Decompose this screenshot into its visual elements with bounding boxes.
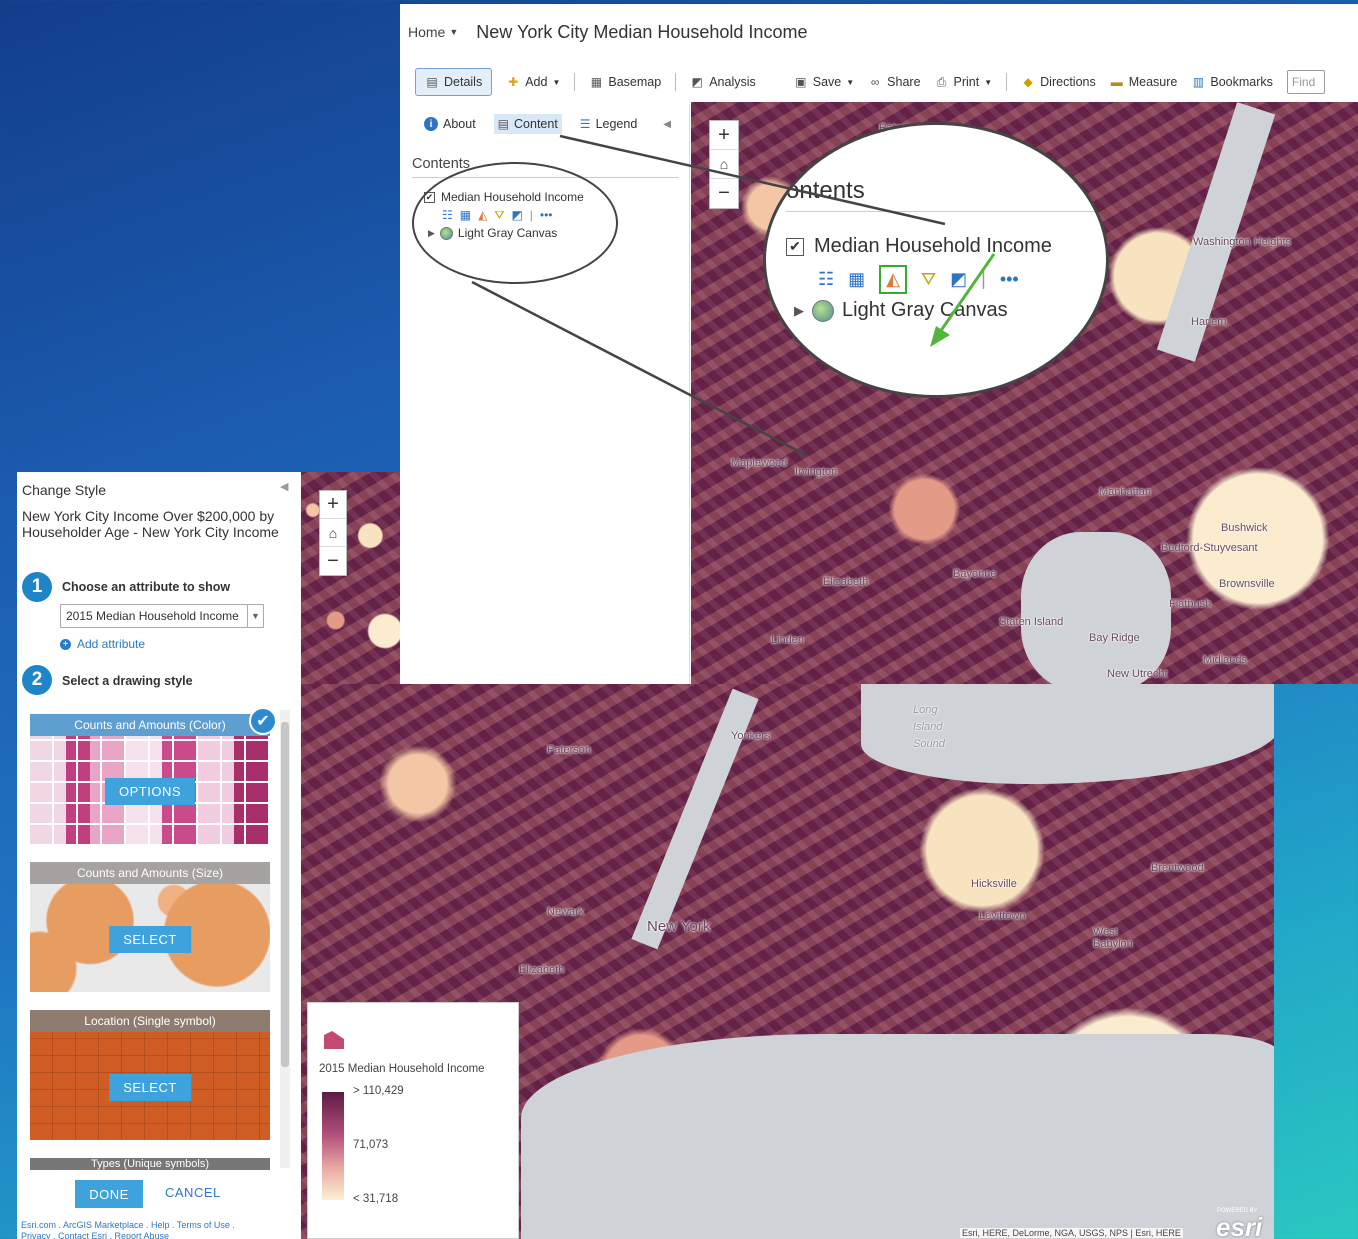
map-label: New York <box>647 918 711 935</box>
map-legend: 2015 Median Household Income > 110,429 7… <box>307 1002 519 1239</box>
map-label: Elizabeth <box>519 964 565 976</box>
map-label: West Babylon <box>1093 926 1133 950</box>
choropleth-map <box>301 472 400 684</box>
legend-swatch-shape <box>324 1031 344 1049</box>
green-arrow-shaft <box>938 253 996 333</box>
step-2-label: Select a drawing style <box>62 674 193 688</box>
footer-line-1[interactable]: Esri.com . ArcGIS Marketplace . Help . T… <box>21 1220 291 1231</box>
footer-links: Esri.com . ArcGIS Marketplace . Help . T… <box>21 1220 291 1239</box>
collapse-icon[interactable]: ◀ <box>280 480 288 493</box>
esri-logo[interactable]: esri <box>1216 1214 1262 1239</box>
map-label: Levittown <box>979 910 1026 922</box>
map-attribution[interactable]: Esri, HERE, DeLorme, NGA, USGS, NPS | Es… <box>960 1228 1183 1238</box>
step-2-badge: 2 <box>22 665 52 695</box>
connector-lines <box>471 134 996 458</box>
cancel-button[interactable]: CANCEL <box>165 1185 221 1200</box>
select-button[interactable]: SELECT <box>109 926 191 953</box>
selected-check-icon: ✔ <box>249 707 277 735</box>
legend-high-value: > 110,429 <box>353 1085 404 1097</box>
legend-mid-value: 71,073 <box>353 1139 389 1151</box>
legend-color-ramp <box>322 1092 344 1200</box>
map-viewer-window: Home ▼ New York City Median Household In… <box>400 4 1358 684</box>
done-button[interactable]: DONE <box>75 1180 143 1208</box>
legend-title: 2015 Median Household Income <box>319 1063 485 1075</box>
add-attribute-link[interactable]: + Add attribute <box>60 637 145 651</box>
style-card-counts-color[interactable]: Counts and Amounts (Color) OPTIONS <box>30 714 270 844</box>
step-1-badge: 1 <box>22 572 52 602</box>
map-label: Yonkers <box>731 730 771 742</box>
zoom-in-button[interactable]: + <box>320 491 346 519</box>
attribute-select[interactable]: 2015 Median Household Income ▼ <box>60 604 264 628</box>
options-button[interactable]: OPTIONS <box>104 778 196 805</box>
atlantic-ocean-water <box>521 1034 1274 1239</box>
map-label: Paterson <box>547 744 592 756</box>
card-title: Types (Unique symbols) <box>30 1158 270 1170</box>
add-attribute-label: Add attribute <box>77 637 146 651</box>
map-label: Brentwood <box>1151 862 1204 874</box>
plus-circle-icon: + <box>60 638 71 650</box>
change-style-panel: Change Style ◀ New York City Income Over… <box>17 472 301 1239</box>
connector-line-bottom <box>471 280 809 458</box>
scrollbar-thumb[interactable] <box>281 722 289 1067</box>
card-title: Location (Single symbol) <box>30 1010 270 1032</box>
zoom-control: + ⌂ − <box>319 490 347 576</box>
step-1-label: Choose an attribute to show <box>62 580 231 594</box>
map-label: Hicksville <box>971 878 1017 890</box>
style-card-types-unique[interactable]: Types (Unique symbols) <box>30 1158 270 1170</box>
style-card-counts-size[interactable]: Counts and Amounts (Size) SELECT <box>30 862 270 992</box>
card-title: Counts and Amounts (Size) <box>30 862 270 884</box>
attribute-value: 2015 Median Household Income <box>66 609 239 623</box>
card-title: Counts and Amounts (Color) <box>30 714 270 736</box>
map-label: Long Island Sound <box>913 704 945 750</box>
select-button[interactable]: SELECT <box>109 1074 191 1101</box>
style-card-location-single[interactable]: Location (Single symbol) SELECT <box>30 1010 270 1140</box>
legend-swatch-icon <box>324 1031 344 1049</box>
chevron-down-icon: ▼ <box>247 605 263 627</box>
green-arrow-head <box>930 326 950 347</box>
footer-line-2[interactable]: Privacy . Contact Esri . Report Abuse <box>21 1231 291 1239</box>
style-map-view[interactable]: + ⌂ − <box>301 472 400 684</box>
zoom-control-group: + ⌂ − <box>319 490 347 576</box>
panel-title: Change Style <box>22 482 107 498</box>
zoom-out-button[interactable]: − <box>320 547 346 575</box>
legend-low-value: < 31,718 <box>353 1193 399 1205</box>
map-label: Newark <box>547 906 585 918</box>
home-icon[interactable]: ⌂ <box>320 519 346 547</box>
layer-name: New York City Income Over $200,000 by Ho… <box>22 508 279 540</box>
connector-line-top <box>559 134 946 226</box>
